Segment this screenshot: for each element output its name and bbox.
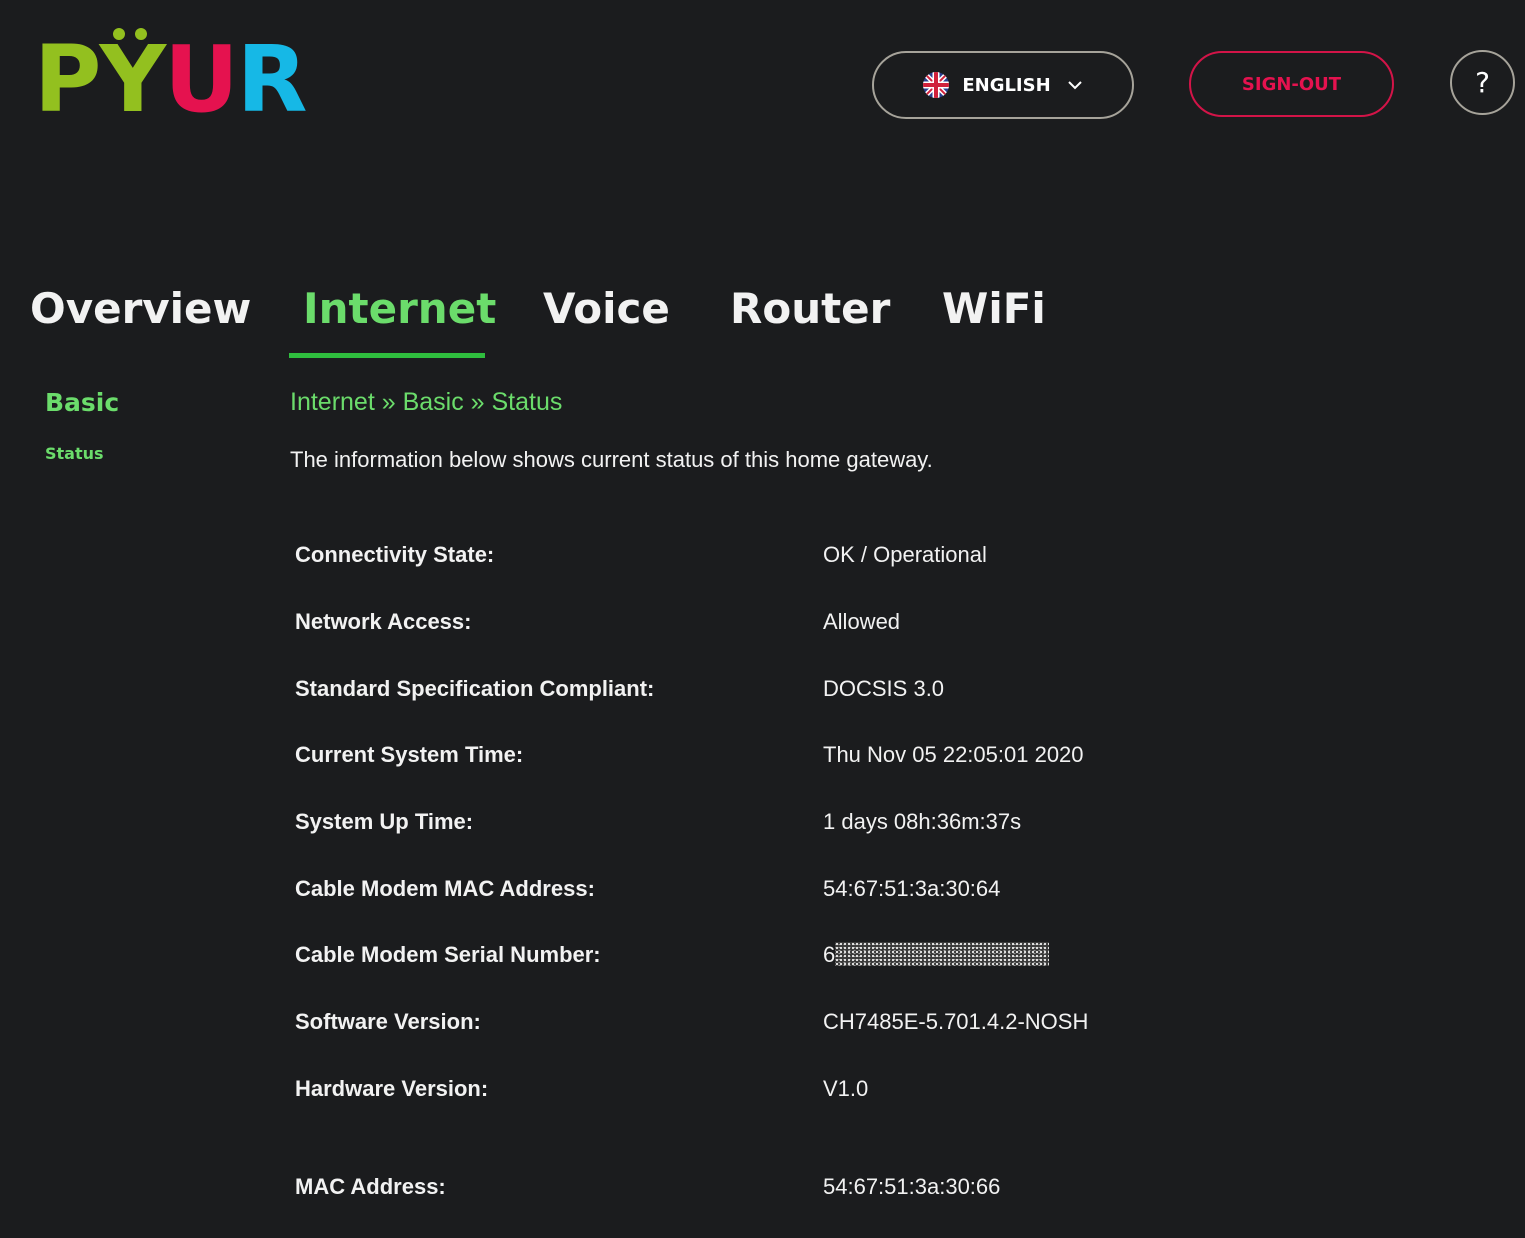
help-icon: ?: [1475, 66, 1490, 99]
tab-wifi[interactable]: WiFi: [942, 282, 1046, 336]
info-row: Software Version: CH7485E-5.701.4.2-NOSH: [295, 1007, 1295, 1037]
info-value: DOCSIS 3.0: [823, 676, 945, 701]
redacted-serial: [835, 942, 1050, 967]
logo-dot-right: [135, 28, 148, 40]
info-label: Network Access:: [295, 609, 472, 634]
page-description: The information below shows current stat…: [290, 447, 933, 472]
logo-letter-y: Y: [99, 26, 166, 133]
info-label: Standard Specification Compliant:: [295, 676, 655, 701]
info-value: OK / Operational: [823, 542, 987, 567]
breadcrumb: Internet » Basic » Status: [290, 388, 563, 416]
language-label: ENGLISH: [962, 74, 1051, 96]
logo-dot-left: [113, 28, 126, 40]
pyur-logo: P Y U R: [34, 26, 308, 133]
info-label: Current System Time:: [295, 742, 524, 767]
help-button[interactable]: ?: [1450, 50, 1515, 115]
serial-visible-prefix: 6: [823, 942, 836, 967]
info-label: Hardware Version:: [295, 1076, 489, 1101]
chevron-down-icon: [1067, 75, 1083, 96]
info-row: Connectivity State: OK / Operational: [295, 540, 1295, 570]
info-row: Current System Time: Thu Nov 05 22:05:01…: [295, 740, 1295, 770]
tab-router[interactable]: Router: [730, 282, 890, 336]
info-value-serial: 6: [823, 940, 1050, 970]
info-row: Network Access: Allowed: [295, 607, 1295, 637]
logo-letter-r: R: [236, 26, 308, 133]
logo-letter-p: P: [34, 26, 101, 133]
info-label: Cable Modem MAC Address:: [295, 876, 595, 901]
info-value: CH7485E-5.701.4.2-NOSH: [823, 1009, 1089, 1034]
active-tab-indicator: [289, 353, 485, 358]
info-label: Connectivity State:: [295, 542, 495, 567]
tab-overview[interactable]: Overview: [30, 282, 251, 336]
info-row: System Up Time: 1 days 08h:36m:37s: [295, 807, 1295, 837]
tab-voice[interactable]: Voice: [543, 282, 670, 336]
tab-internet[interactable]: Internet: [303, 282, 496, 336]
info-value: 1 days 08h:36m:37s: [823, 809, 1022, 834]
info-value: V1.0: [823, 1076, 869, 1101]
info-value: 54:67:51:3a:30:64: [823, 876, 1001, 901]
sign-out-label: SIGN-OUT: [1241, 73, 1342, 95]
info-row: Standard Specification Compliant: DOCSIS…: [295, 674, 1295, 704]
info-row: MAC Address: 54:67:51:3a:30:66: [295, 1172, 1295, 1202]
info-label: Software Version:: [295, 1009, 481, 1034]
logo-letter-u: U: [164, 26, 239, 133]
info-label: System Up Time:: [295, 809, 474, 834]
info-label: MAC Address:: [295, 1174, 446, 1199]
sidebar-item-status[interactable]: Status: [45, 444, 104, 463]
sign-out-button[interactable]: SIGN-OUT: [1189, 51, 1394, 117]
info-label: Cable Modem Serial Number:: [295, 942, 601, 967]
sidebar-section-basic[interactable]: Basic: [45, 388, 119, 417]
info-row: Cable Modem Serial Number: 6: [295, 940, 1295, 970]
info-value: 54:67:51:3a:30:66: [823, 1174, 1001, 1199]
info-row: Hardware Version: V1.0: [295, 1074, 1295, 1104]
language-select-button[interactable]: ENGLISH: [872, 51, 1134, 119]
info-row: Cable Modem MAC Address: 54:67:51:3a:30:…: [295, 874, 1295, 904]
uk-flag-icon: [923, 72, 950, 98]
info-value: Allowed: [823, 609, 901, 634]
info-value: Thu Nov 05 22:05:01 2020: [823, 742, 1084, 767]
